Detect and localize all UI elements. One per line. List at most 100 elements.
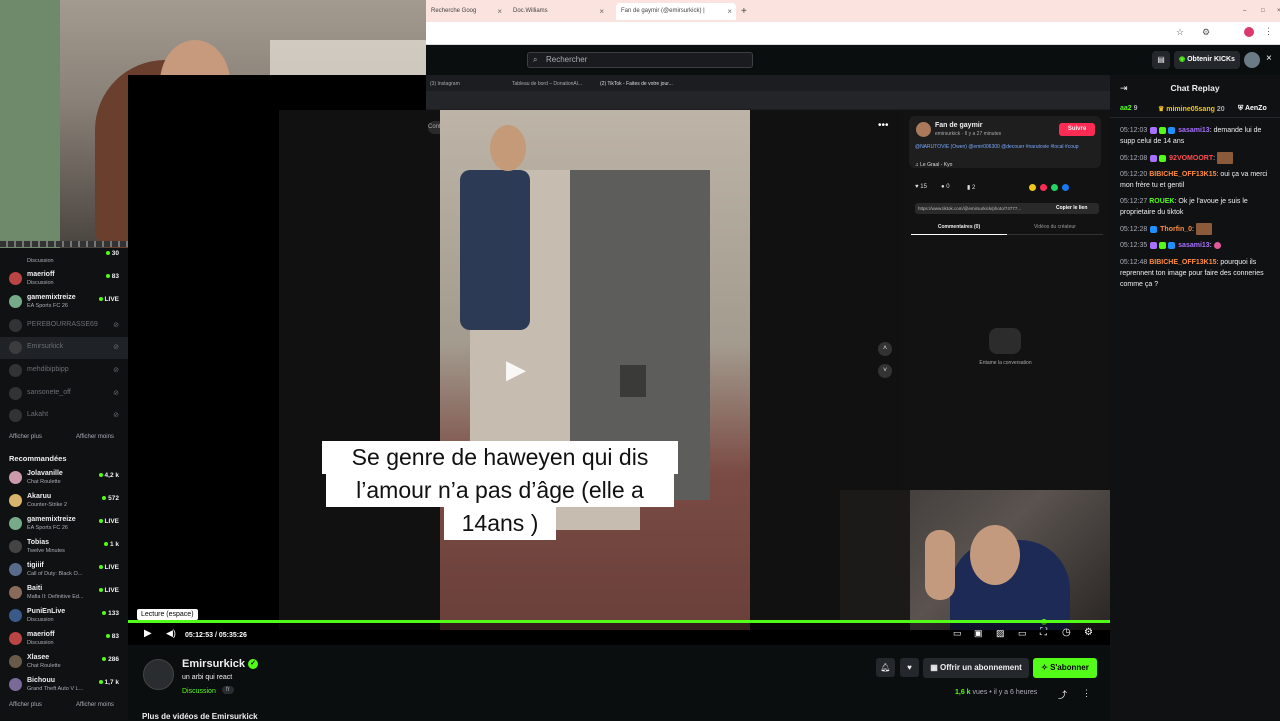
viewer-count: 30 [105, 250, 119, 257]
screenshot-icon[interactable]: ▨ [996, 628, 1005, 639]
user-avatar[interactable] [1244, 52, 1260, 68]
gift-sub-button[interactable]: ▦ Offrir un abonnement [923, 658, 1029, 678]
sidebar-channel[interactable]: maerioff Discussion 83 [0, 268, 128, 290]
close-icon[interactable]: × [599, 3, 604, 20]
captured-tab: Tableau de bord – DonationAl... [512, 81, 583, 87]
avatar [9, 517, 22, 530]
gift-badge-icon [1168, 126, 1176, 134]
sidebar-channel[interactable]: Discussion 30 [0, 248, 128, 266]
gift-icon: ▦ [930, 663, 940, 672]
chat-message: 05:12:03 sasami13: demande lui de supp c… [1120, 126, 1262, 145]
close-icon[interactable]: × [1266, 53, 1272, 64]
tab-comments: Commentaires (0) [911, 224, 1007, 235]
channel-name-row: Emirsurkick ✓ [182, 658, 259, 670]
gift-icon[interactable]: ▤ [1152, 51, 1170, 69]
stream-category[interactable]: Discussion [182, 688, 216, 695]
timecode: 05:12:53 / 05:35:26 [185, 632, 247, 639]
channel-name: Akaruu [27, 493, 52, 500]
sidebar-recommended[interactable]: Akaruu Counter-Strike 2 572 [0, 490, 128, 512]
play-overlay-icon[interactable]: ▶ [502, 355, 530, 383]
sidebar-recommended[interactable]: Bichouu Grand Theft Auto V L... 1,7 k [0, 674, 128, 696]
post-description: @NARUTOVIE (Owen) @emir006300 @decouer #… [915, 144, 1079, 150]
browser-tab-active[interactable]: Fan de gaymir (@emirsurkick) | × [616, 3, 736, 20]
share-icon [1062, 184, 1069, 191]
browser-tab[interactable]: Recherche Goog × [426, 3, 506, 20]
get-kicks-button[interactable]: ◉ Obtenir KICKs [1174, 51, 1240, 69]
chat-message: 05:12:35 sasami13: [1120, 240, 1272, 251]
tiktok-caption: Se genre de haweyen qui dis l’amour n’a … [322, 441, 678, 551]
star-icon[interactable]: ☆ [1176, 27, 1184, 38]
tiktok-photo [440, 110, 750, 630]
tab-label: Doc.Williams [513, 8, 548, 14]
sidebar-recommended[interactable]: tigiiif Call of Duty: Black O... LIVE [0, 559, 128, 581]
sidebar-channel[interactable]: mehdibipbipp ⊘ [0, 360, 128, 382]
search-input[interactable]: ⌕ Rechercher [527, 52, 753, 68]
curtain-decor [0, 0, 60, 248]
profile-avatar[interactable] [1244, 27, 1254, 37]
avatar [9, 471, 22, 484]
tab-label: Recherche Goog [431, 8, 477, 14]
sidebar-channel-active[interactable]: Emirsurkick ⊘ [0, 337, 128, 359]
close-icon[interactable]: × [497, 3, 502, 20]
extensions-icon[interactable]: ⚙ [1202, 27, 1210, 38]
minimize-icon[interactable]: – [1238, 3, 1248, 20]
tab-label: Fan de gaymir (@emirsurkick) | [621, 8, 705, 14]
share-icon [1040, 184, 1047, 191]
sidebar-recommended[interactable]: Jolavanille Chat Roulette 4,2 k [0, 467, 128, 489]
play-button[interactable]: ▶ [144, 628, 152, 639]
sidebar: Discussion 30 maerioff Discussion 83 gam… [0, 248, 128, 720]
channel-category: Twelve Minutes [27, 548, 65, 554]
sidebar-recommended[interactable]: Xlasee Chat Roulette 286 [0, 651, 128, 673]
sidebar-channel[interactable]: sansonete_off ⊘ [0, 383, 128, 405]
browser-tab[interactable]: Doc.Williams × [508, 3, 608, 20]
theater-mode-icon[interactable]: ▭ [953, 628, 962, 639]
menu-icon[interactable]: ⋮ [1264, 26, 1273, 37]
show-less-link[interactable]: Afficher moins [76, 434, 114, 440]
sidebar-recommended[interactable]: maerioff Discussion 83 [0, 628, 128, 650]
maximize-icon[interactable]: □ [1256, 3, 1266, 20]
channel-category: Discussion [27, 280, 54, 286]
settings-gear-icon[interactable]: ⚙ [1084, 627, 1093, 638]
show-less-link[interactable]: Afficher moins [76, 702, 114, 708]
sidebar-recommended[interactable]: Tobias Twelve Minutes 1 k [0, 536, 128, 558]
sidebar-channel[interactable]: PEREBOURRASSE69 ⊘ [0, 315, 128, 337]
speed-icon[interactable]: ◷ [1062, 627, 1071, 638]
new-tab-icon[interactable]: + [736, 3, 750, 20]
more-options-icon[interactable]: ⋮ [1082, 688, 1091, 699]
avatar [9, 540, 22, 553]
sidebar-channel[interactable]: Lakaht ⊘ [0, 405, 128, 427]
copy-link-button: Copier le lien [1056, 205, 1088, 211]
clip-icon[interactable]: ▣ [974, 628, 983, 639]
avatar [9, 319, 22, 332]
search-placeholder: Rechercher [546, 55, 588, 64]
og-badge-icon [1159, 154, 1167, 162]
close-icon[interactable]: × [727, 3, 732, 20]
guest-head [970, 525, 1020, 585]
share-icon[interactable]: ⤴ [1058, 688, 1067, 701]
channel-avatar[interactable] [143, 659, 174, 690]
sidebar-recommended[interactable]: gamemixtreize EA Sports FC 26 LIVE [0, 513, 128, 535]
close-window-icon[interactable]: × [1272, 3, 1280, 20]
offline-icon: ⊘ [113, 344, 119, 351]
bell-icon[interactable]: 🔔︎ [876, 658, 895, 677]
emote-icon [1217, 152, 1233, 164]
fullscreen-icon[interactable]: ⛶ [1040, 627, 1047, 638]
show-more-link[interactable]: Afficher plus [9, 702, 42, 708]
sidebar-recommended[interactable]: PuniEnLive Discussion 133 [0, 605, 128, 627]
subscribe-button[interactable]: ✧ S'abonner [1033, 658, 1097, 678]
viewer-count: 1,7 k [98, 679, 119, 686]
caption-line: Se genre de haweyen qui dis [322, 441, 678, 474]
avatar [9, 632, 22, 645]
channel-name[interactable]: Emirsurkick [182, 658, 245, 670]
show-more-link[interactable]: Afficher plus [9, 434, 42, 440]
sidebar-recommended[interactable]: Baiti Mafia II: Definitive Ed... LIVE [0, 582, 128, 604]
guest-webcam [840, 490, 1110, 630]
volume-icon[interactable]: ◀) [166, 628, 176, 639]
pip-icon[interactable]: ▭ [1018, 628, 1027, 639]
channel-name: Bichouu [27, 677, 55, 684]
crown-icon: ♛ [1158, 106, 1167, 113]
sidebar-channel[interactable]: gamemixtreize EA Sports FC 26 LIVE [0, 291, 128, 313]
heart-icon[interactable]: ♥ [900, 658, 919, 677]
avatar [9, 272, 22, 285]
avatar [9, 563, 22, 576]
